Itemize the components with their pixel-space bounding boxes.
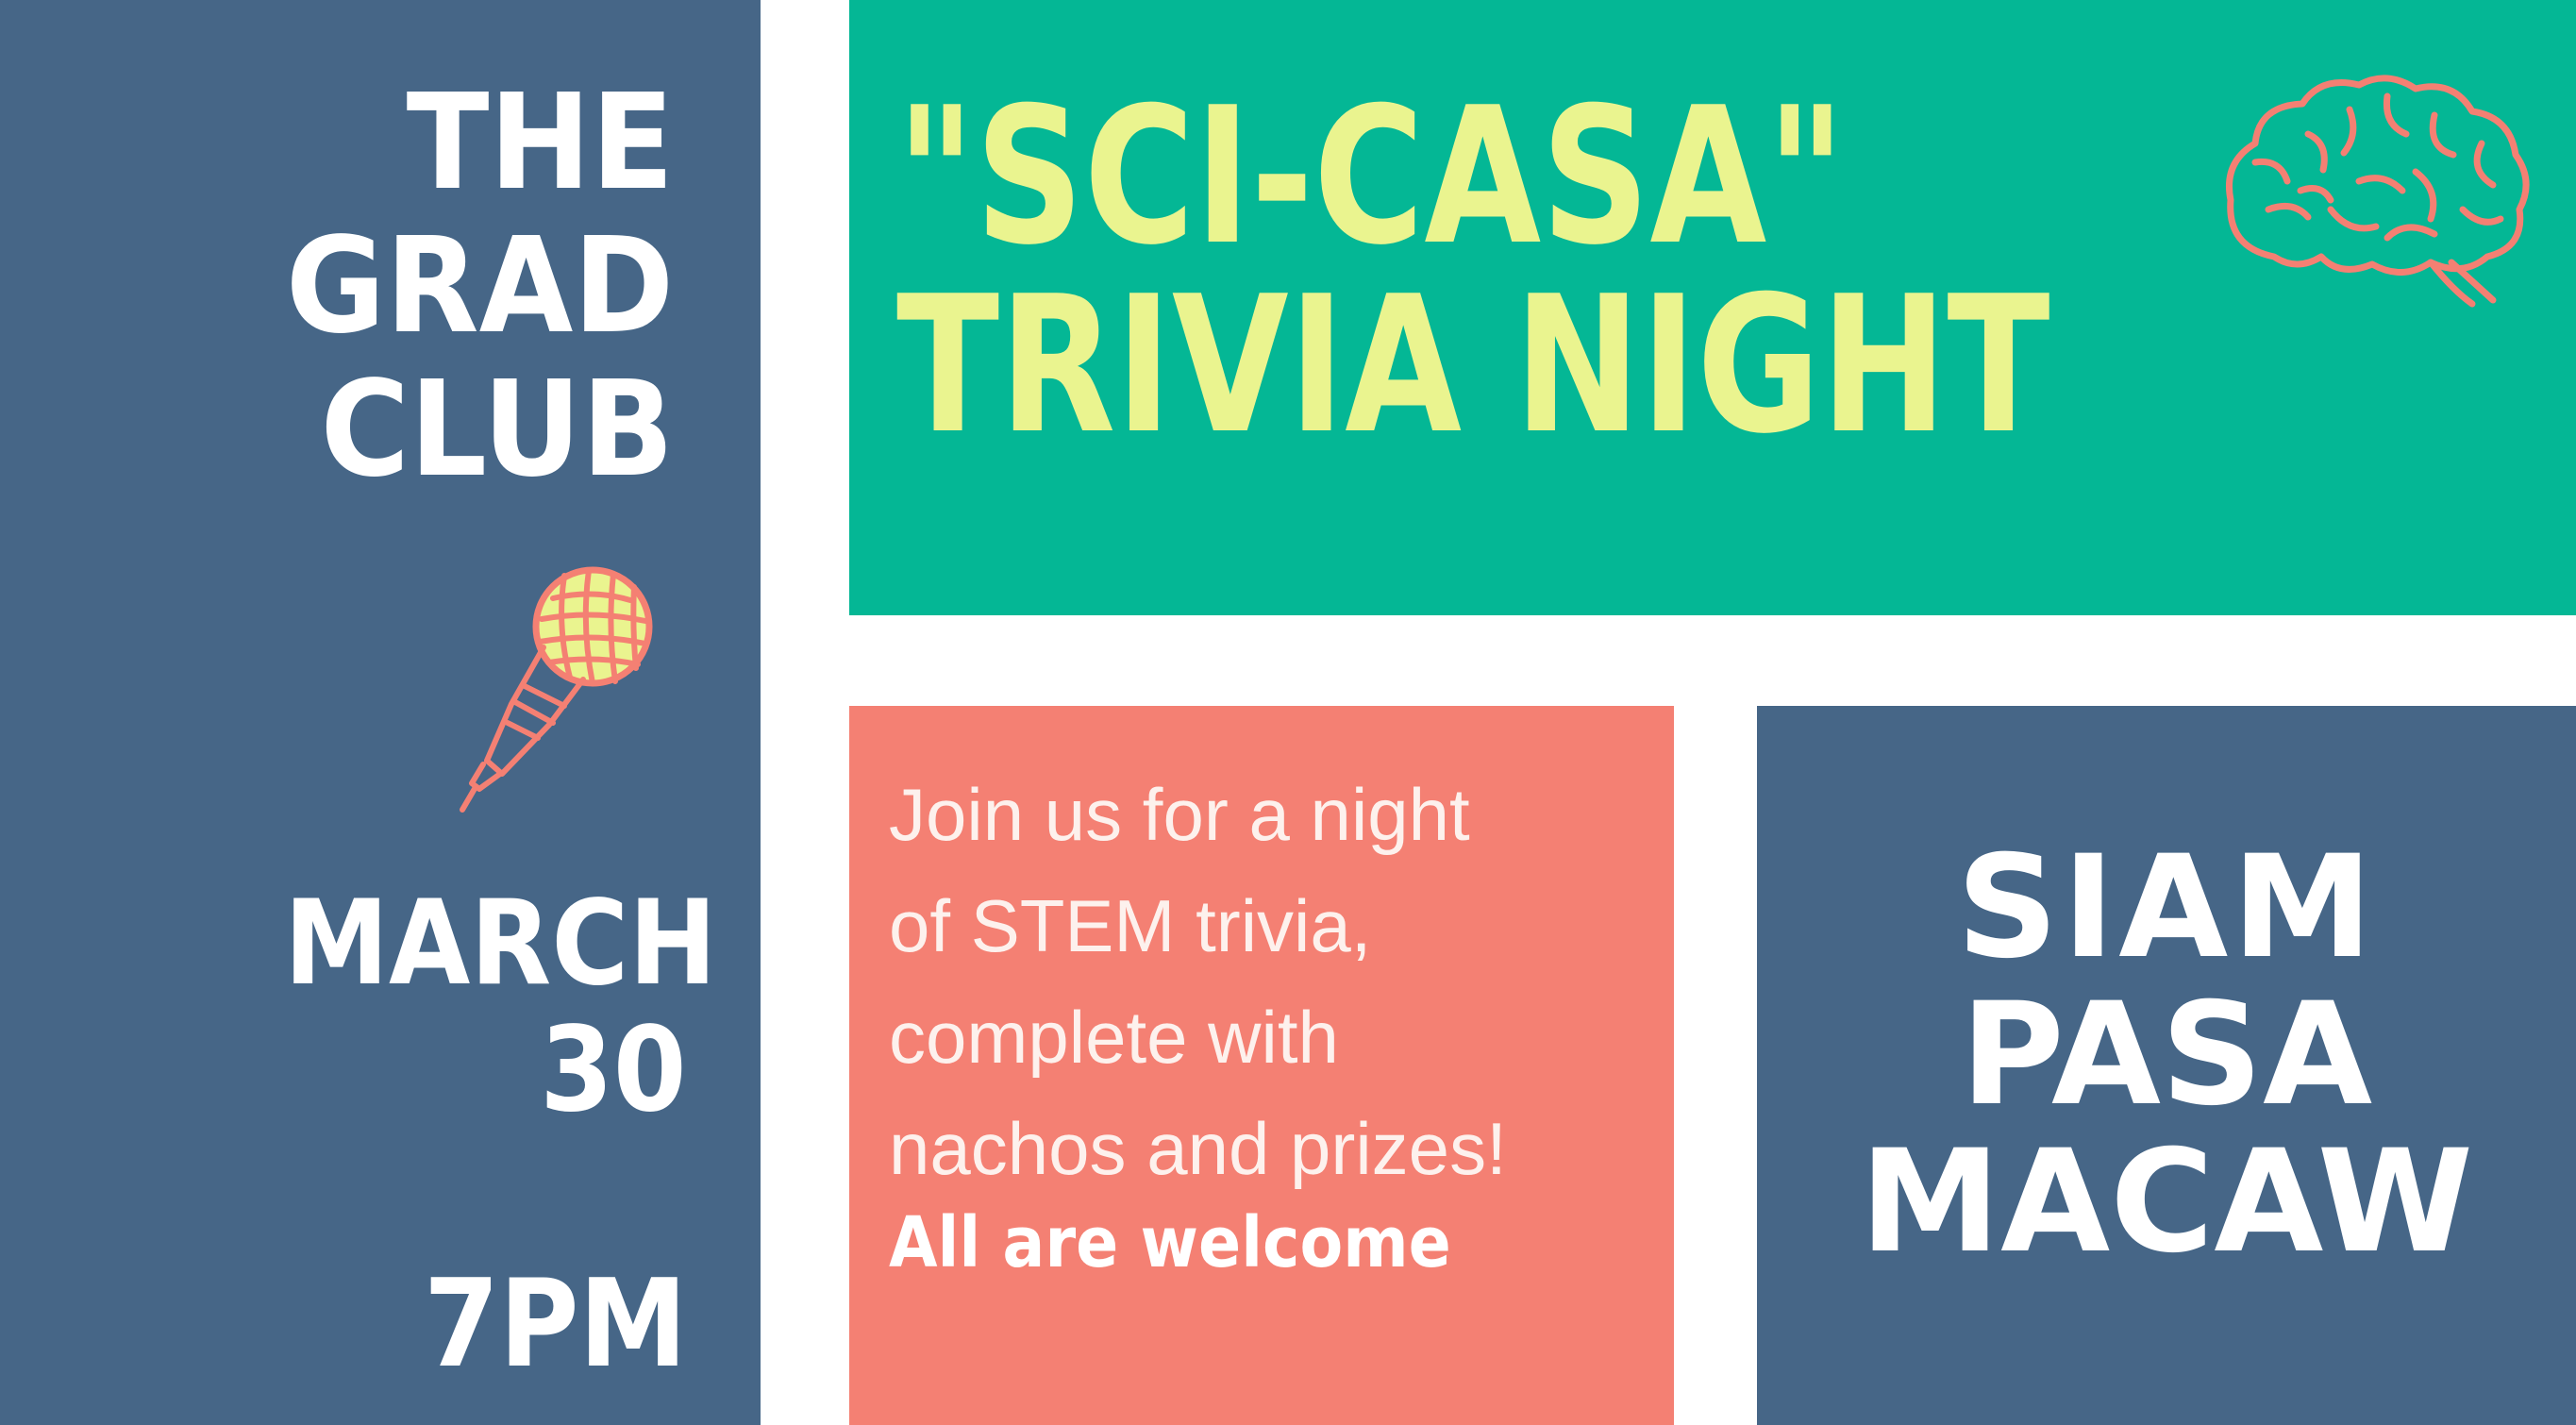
host-name: MACAW [1859,1120,2474,1284]
description-line: nachos and prizes! [889,1107,1507,1190]
host-name: SIAM [1956,826,2377,990]
description-line: of STEM trivia, [889,884,1372,967]
event-title-line-1: "SCI-CASA" [896,67,1846,287]
welcome-message: All are welcome [889,1202,1451,1283]
venue-line: GRAD [285,210,674,363]
event-title-line-2: TRIVIA NIGHT [896,256,2050,476]
description-panel: Join us for a night of STEM trivia, comp… [849,706,1674,1425]
description-line: Join us for a night [889,773,1470,856]
venue-line: CLUB [320,353,674,507]
event-time: 7PM [423,1254,687,1395]
event-day: 30 [540,1002,687,1138]
hosts-panel: SIAM PASA MACAW [1757,706,2576,1425]
event-info-panel: THE GRAD CLUB MARCH 30 7PM [0,0,761,1425]
microphone-icon [460,566,653,813]
description-line: complete with [889,996,1339,1079]
venue-name: THE GRAD CLUB [286,72,674,502]
host-name: PASA [1960,973,2373,1137]
brain-icon [2226,75,2530,308]
event-month: MARCH [284,876,717,1012]
venue-line: THE [406,66,674,220]
event-description: Join us for a night of STEM trivia, comp… [889,759,1663,1204]
title-panel: "SCI-CASA" TRIVIA NIGHT [849,0,2576,615]
host-organizations: SIAM PASA MACAW [1757,834,2576,1276]
